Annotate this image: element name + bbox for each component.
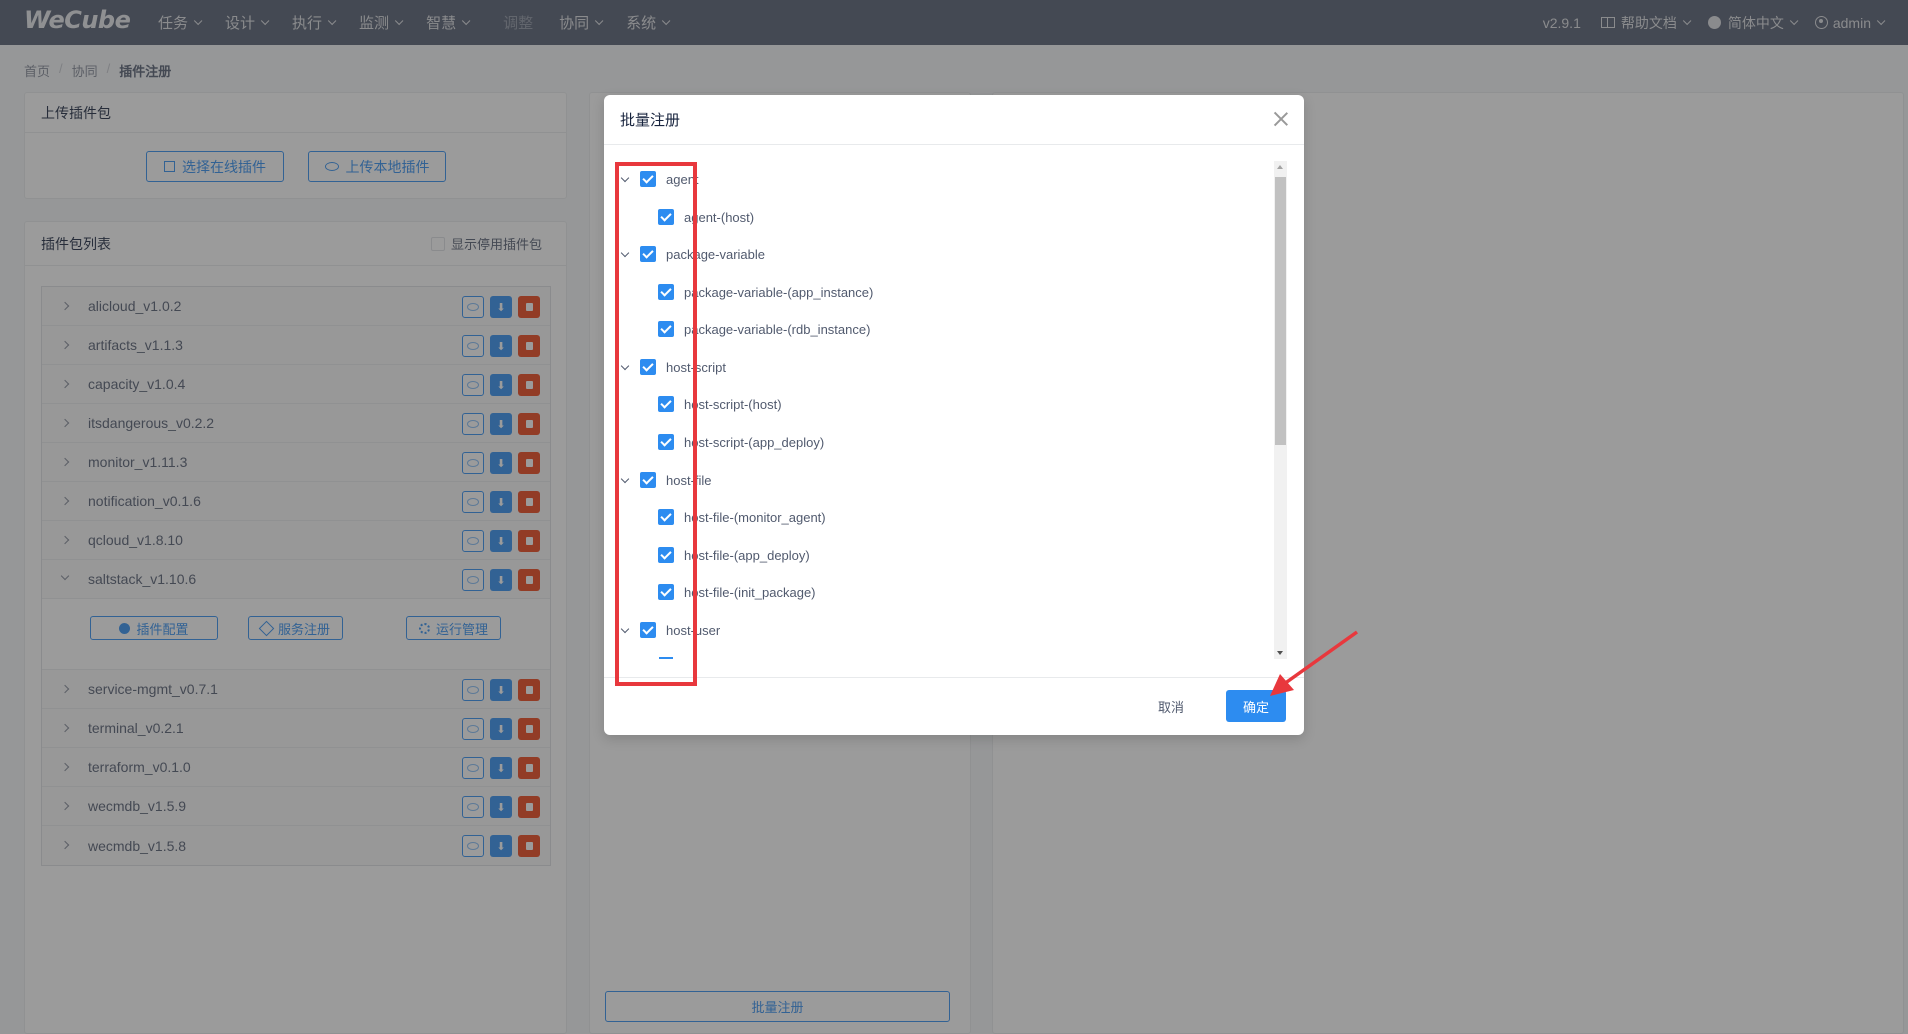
scroll-up-icon[interactable]	[1277, 165, 1283, 169]
tree-scrollbar[interactable]	[1274, 161, 1287, 659]
batch-register-modal: 批量注册 agent agent-(host) package-variable…	[604, 95, 1304, 735]
scroll-thumb[interactable]	[1275, 177, 1286, 445]
cancel-button[interactable]: 取消	[1142, 690, 1200, 722]
annotation-arrow-icon	[1270, 630, 1359, 696]
modal-title: 批量注册	[604, 95, 1304, 145]
plugin-tree: agent agent-(host) package-variable pack…	[614, 161, 1290, 663]
modal-footer: 取消 确定	[604, 677, 1304, 735]
highlight-box	[615, 162, 697, 686]
close-icon[interactable]	[1274, 112, 1288, 126]
